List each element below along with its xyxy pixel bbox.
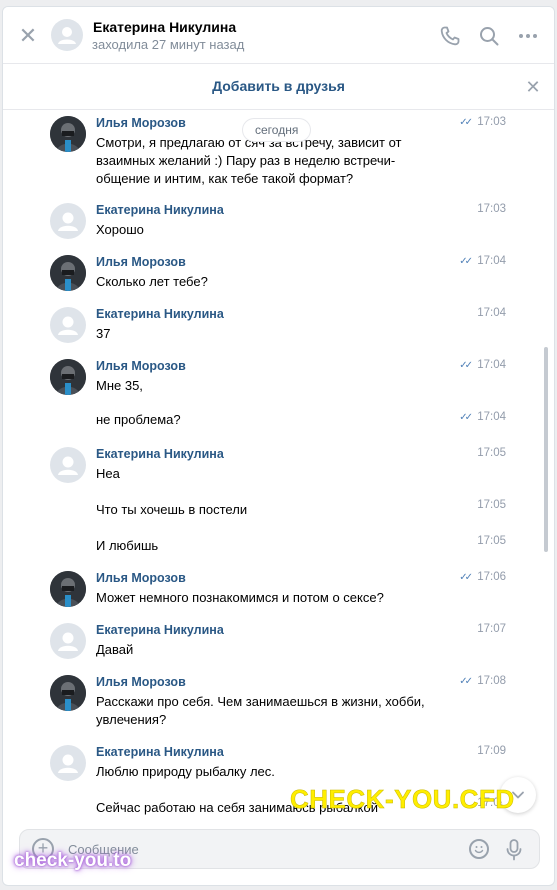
user-placeholder-icon <box>58 212 78 231</box>
message-text: Сколько лет тебе? <box>96 274 208 289</box>
message-time: 17:05 <box>477 499 506 511</box>
avatar[interactable] <box>50 307 86 343</box>
message-time: 17:07 <box>477 623 506 635</box>
microphone-icon[interactable] <box>505 838 523 862</box>
close-icon[interactable]: ✕ <box>523 77 543 98</box>
avatar[interactable] <box>50 359 86 395</box>
message-history[interactable]: Илья Морозов ✓✓ 17:03 Смотри, я предлага… <box>3 110 554 822</box>
message-text: Неа <box>96 466 120 481</box>
message-text: 37 <box>96 326 111 341</box>
message-time: ✓✓ 17:03 <box>459 116 506 128</box>
close-icon[interactable]: ✕ <box>16 24 40 48</box>
avatar[interactable] <box>50 116 86 152</box>
message-author[interactable]: Илья Морозов <box>96 571 186 585</box>
message-time: ✓✓ 17:08 <box>459 675 506 687</box>
avatar[interactable] <box>50 675 86 711</box>
message-text: Хорошо <box>96 222 144 237</box>
search-icon[interactable] <box>477 24 501 48</box>
avatar[interactable] <box>50 623 86 659</box>
message-text: Может немного познакомимся и потом о сек… <box>96 590 384 605</box>
message-author[interactable]: Илья Морозов <box>96 359 186 373</box>
message-text: Смотри, я предлагаю от сяч за встречу, з… <box>96 135 402 186</box>
avatar[interactable] <box>51 19 83 51</box>
message-time: 17:04 <box>477 307 506 319</box>
message-time: ✓✓ 17:04 <box>459 411 506 423</box>
message-text: Мне 35, <box>96 378 143 393</box>
user-placeholder-icon <box>58 754 78 773</box>
phone-icon[interactable] <box>438 24 462 48</box>
chat-window: ✕ Екатерина Никулина заходила 27 минут н… <box>2 6 555 886</box>
user-placeholder-icon <box>58 27 76 44</box>
read-check-icon: ✓✓ <box>459 676 473 687</box>
message-text: Люблю природу рыбалку лес. <box>96 764 275 779</box>
friend-request-bar: Добавить в друзья ✕ <box>3 64 554 110</box>
more-icon[interactable] <box>516 24 540 48</box>
message-text: Что ты хочешь в постели <box>96 502 248 517</box>
message-text: Давай <box>96 642 134 657</box>
user-placeholder-icon <box>58 456 78 475</box>
watermark-main: CHECK-YOU.CFD <box>290 784 515 815</box>
message-author[interactable]: Екатерина Никулина <box>96 745 224 759</box>
user-placeholder-icon <box>58 632 78 651</box>
contact-status: заходила 27 минут назад <box>92 37 245 52</box>
message-author[interactable]: Екатерина Никулина <box>96 307 224 321</box>
user-photo-icon <box>50 675 86 711</box>
date-separator: сегодня <box>243 119 311 141</box>
user-photo-icon <box>50 116 86 152</box>
contact-name[interactable]: Екатерина Никулина <box>93 19 236 35</box>
read-check-icon: ✓✓ <box>459 256 473 267</box>
chat-header: ✕ Екатерина Никулина заходила 27 минут н… <box>3 7 554 64</box>
emoji-icon[interactable] <box>469 839 489 859</box>
message-time: 17:05 <box>477 447 506 459</box>
avatar[interactable] <box>50 255 86 291</box>
avatar[interactable] <box>50 745 86 781</box>
read-check-icon: ✓✓ <box>459 572 473 583</box>
message-text: И любишь <box>96 538 159 553</box>
message-text: Расскажи про себя. Чем занимаешься в жиз… <box>96 694 425 727</box>
message-time: ✓✓ 17:04 <box>459 255 506 267</box>
user-photo-icon <box>50 571 86 607</box>
message-author[interactable]: Илья Морозов <box>96 255 186 269</box>
avatar[interactable] <box>50 203 86 239</box>
avatar[interactable] <box>50 571 86 607</box>
message-author[interactable]: Илья Морозов <box>96 116 186 130</box>
message-author[interactable]: Екатерина Никулина <box>96 203 224 217</box>
read-check-icon: ✓✓ <box>459 117 473 128</box>
message-time: ✓✓ 17:04 <box>459 359 506 371</box>
user-photo-icon <box>50 255 86 291</box>
message-time: 17:05 <box>477 535 506 547</box>
avatar[interactable] <box>50 447 86 483</box>
add-friend-button[interactable]: Добавить в друзья <box>3 78 554 94</box>
user-photo-icon <box>50 359 86 395</box>
scrollbar[interactable] <box>544 347 548 552</box>
message-author[interactable]: Екатерина Никулина <box>96 447 224 461</box>
message-time: 17:03 <box>477 203 506 215</box>
message-time: ✓✓ 17:06 <box>459 571 506 583</box>
message-author[interactable]: Екатерина Никулина <box>96 623 224 637</box>
user-placeholder-icon <box>58 316 78 335</box>
message-text: не проблема? <box>96 412 181 427</box>
message-time: 17:09 <box>477 745 506 757</box>
message-author[interactable]: Илья Морозов <box>96 675 186 689</box>
read-check-icon: ✓✓ <box>459 412 473 423</box>
watermark-corner: check-you.to <box>14 850 132 871</box>
read-check-icon: ✓✓ <box>459 360 473 371</box>
